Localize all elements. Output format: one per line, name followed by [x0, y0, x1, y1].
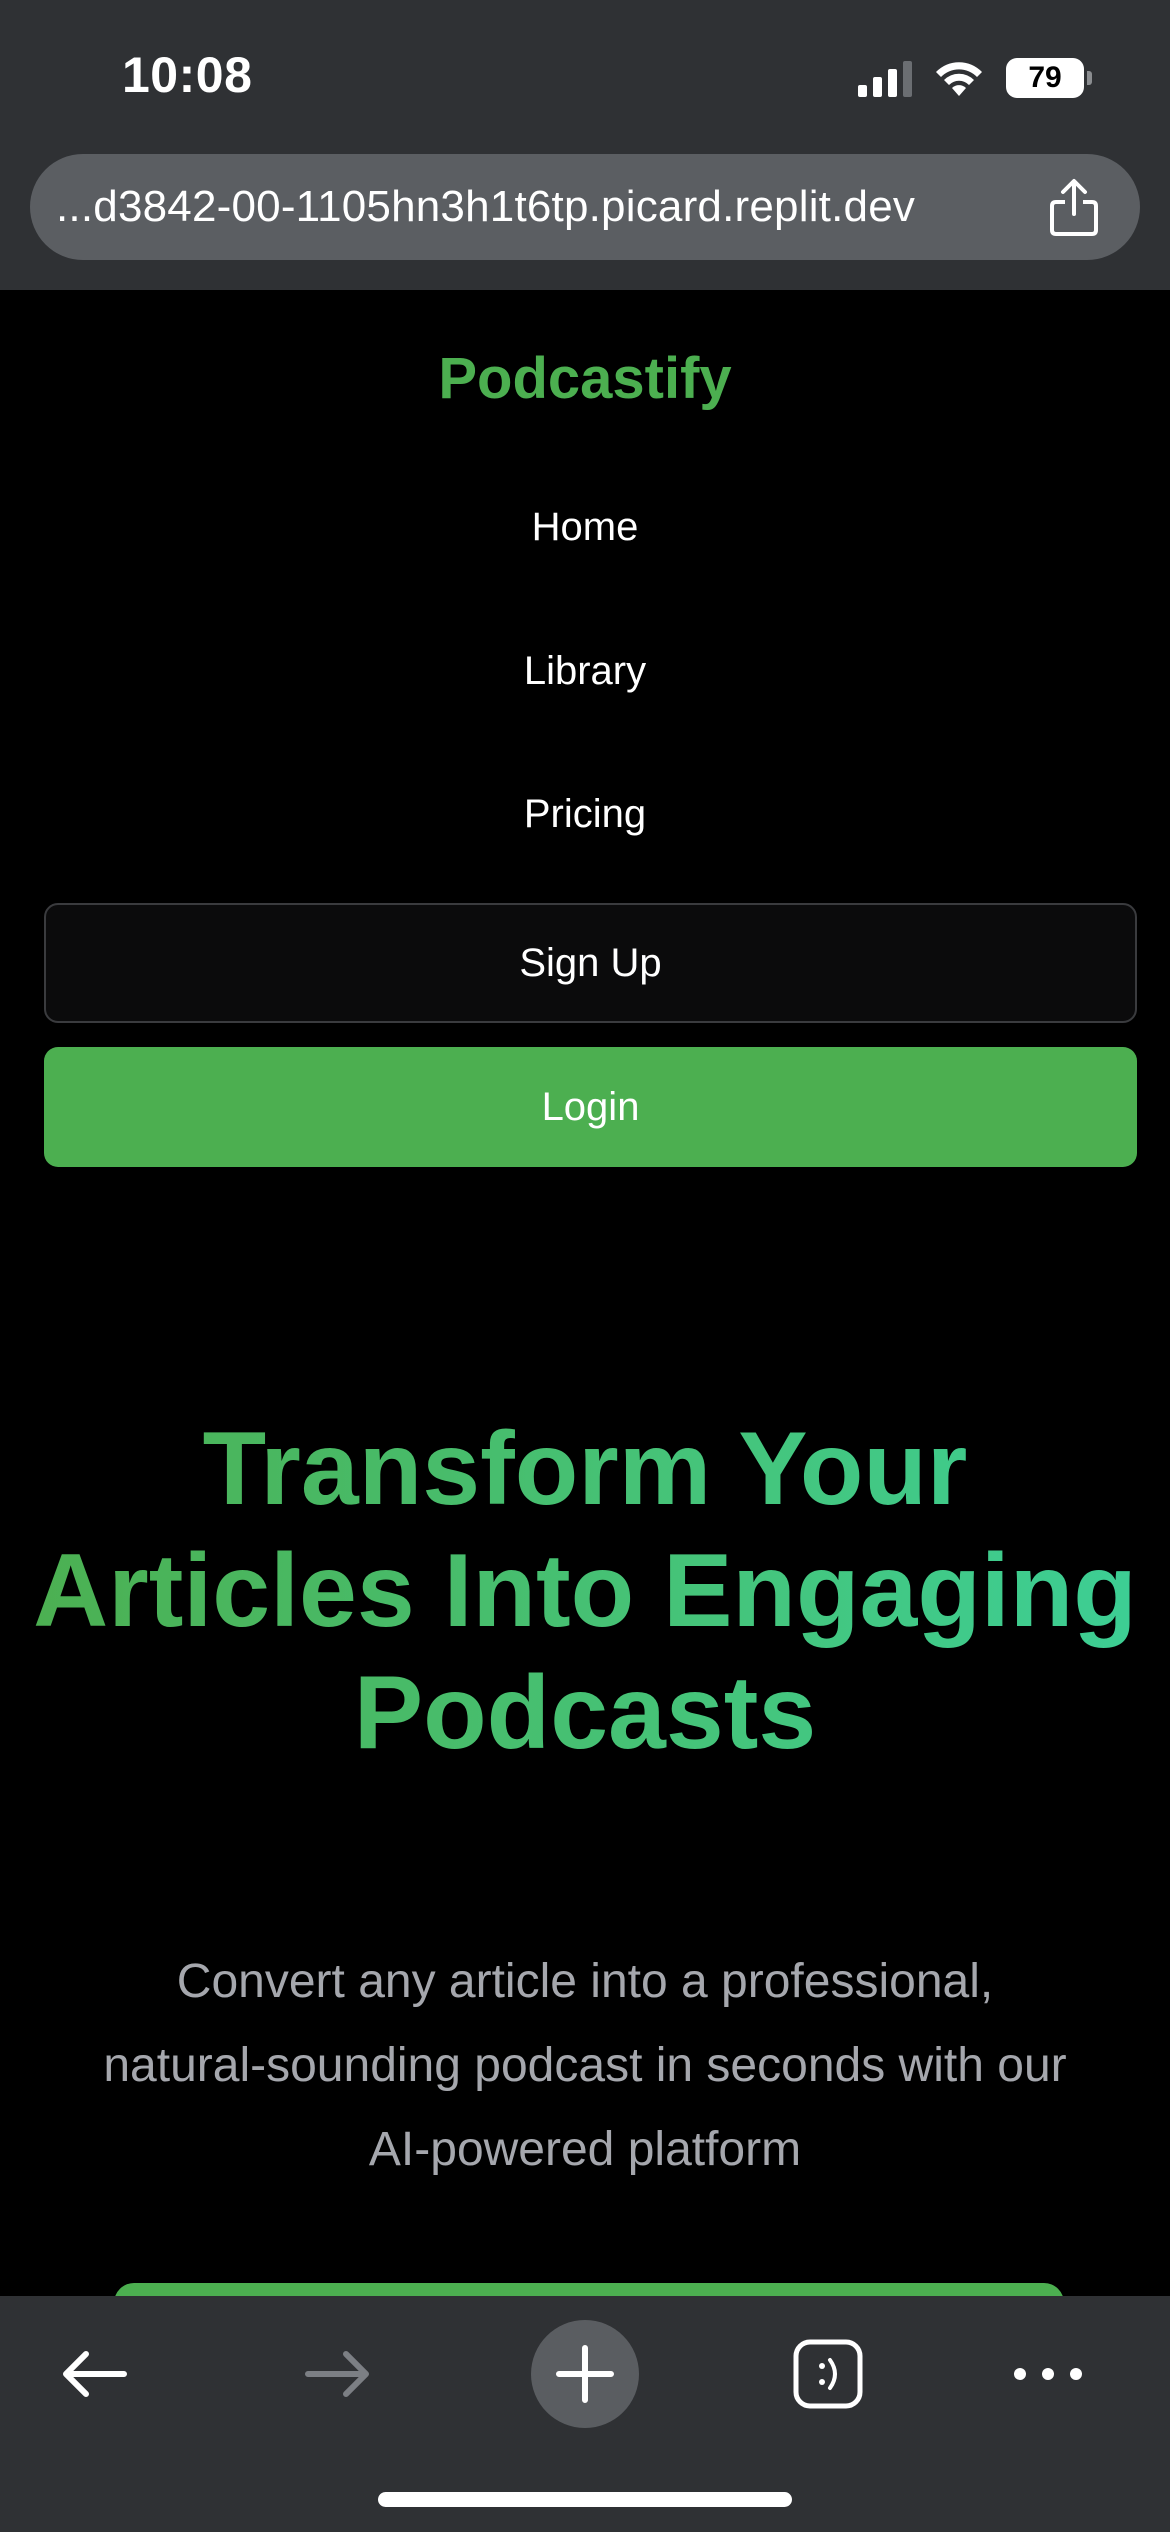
signal-icon [858, 59, 912, 97]
url-text[interactable]: ...d3842-00-1105hn3h1t6tp.picard.replit.… [56, 182, 915, 232]
brand-logo-text[interactable]: Podcastify [0, 345, 1170, 412]
login-button[interactable]: Login [44, 1047, 1137, 1167]
address-bar[interactable]: ...d3842-00-1105hn3h1t6tp.picard.replit.… [30, 154, 1140, 260]
more-icon[interactable] [1010, 2356, 1086, 2392]
browser-top-chrome: 10:08 79 ...d3842-00-1105hn3h1t6tp.picar… [0, 0, 1170, 290]
back-arrow-icon[interactable] [56, 2336, 132, 2412]
battery-level: 79 [1028, 61, 1062, 94]
new-tab-plus-icon[interactable] [531, 2320, 639, 2428]
wifi-icon [936, 62, 982, 96]
status-icons: 79 [858, 56, 1092, 100]
nav-link-home[interactable]: Home [0, 505, 1170, 550]
hero-title: Transform Your Articles Into Engaging Po… [0, 1408, 1170, 1774]
home-indicator[interactable] [378, 2492, 792, 2507]
nav-link-pricing[interactable]: Pricing [0, 792, 1170, 837]
tabs-icon[interactable] [792, 2338, 864, 2410]
nav-link-library[interactable]: Library [0, 649, 1170, 694]
hero-subtitle: Convert any article into a professional,… [103, 1955, 1067, 2176]
share-icon[interactable] [1046, 178, 1102, 238]
status-time: 10:08 [122, 47, 253, 103]
forward-arrow-icon[interactable] [300, 2336, 376, 2412]
sign-up-button[interactable]: Sign Up [44, 903, 1137, 1023]
battery-icon: 79 [1006, 58, 1092, 98]
